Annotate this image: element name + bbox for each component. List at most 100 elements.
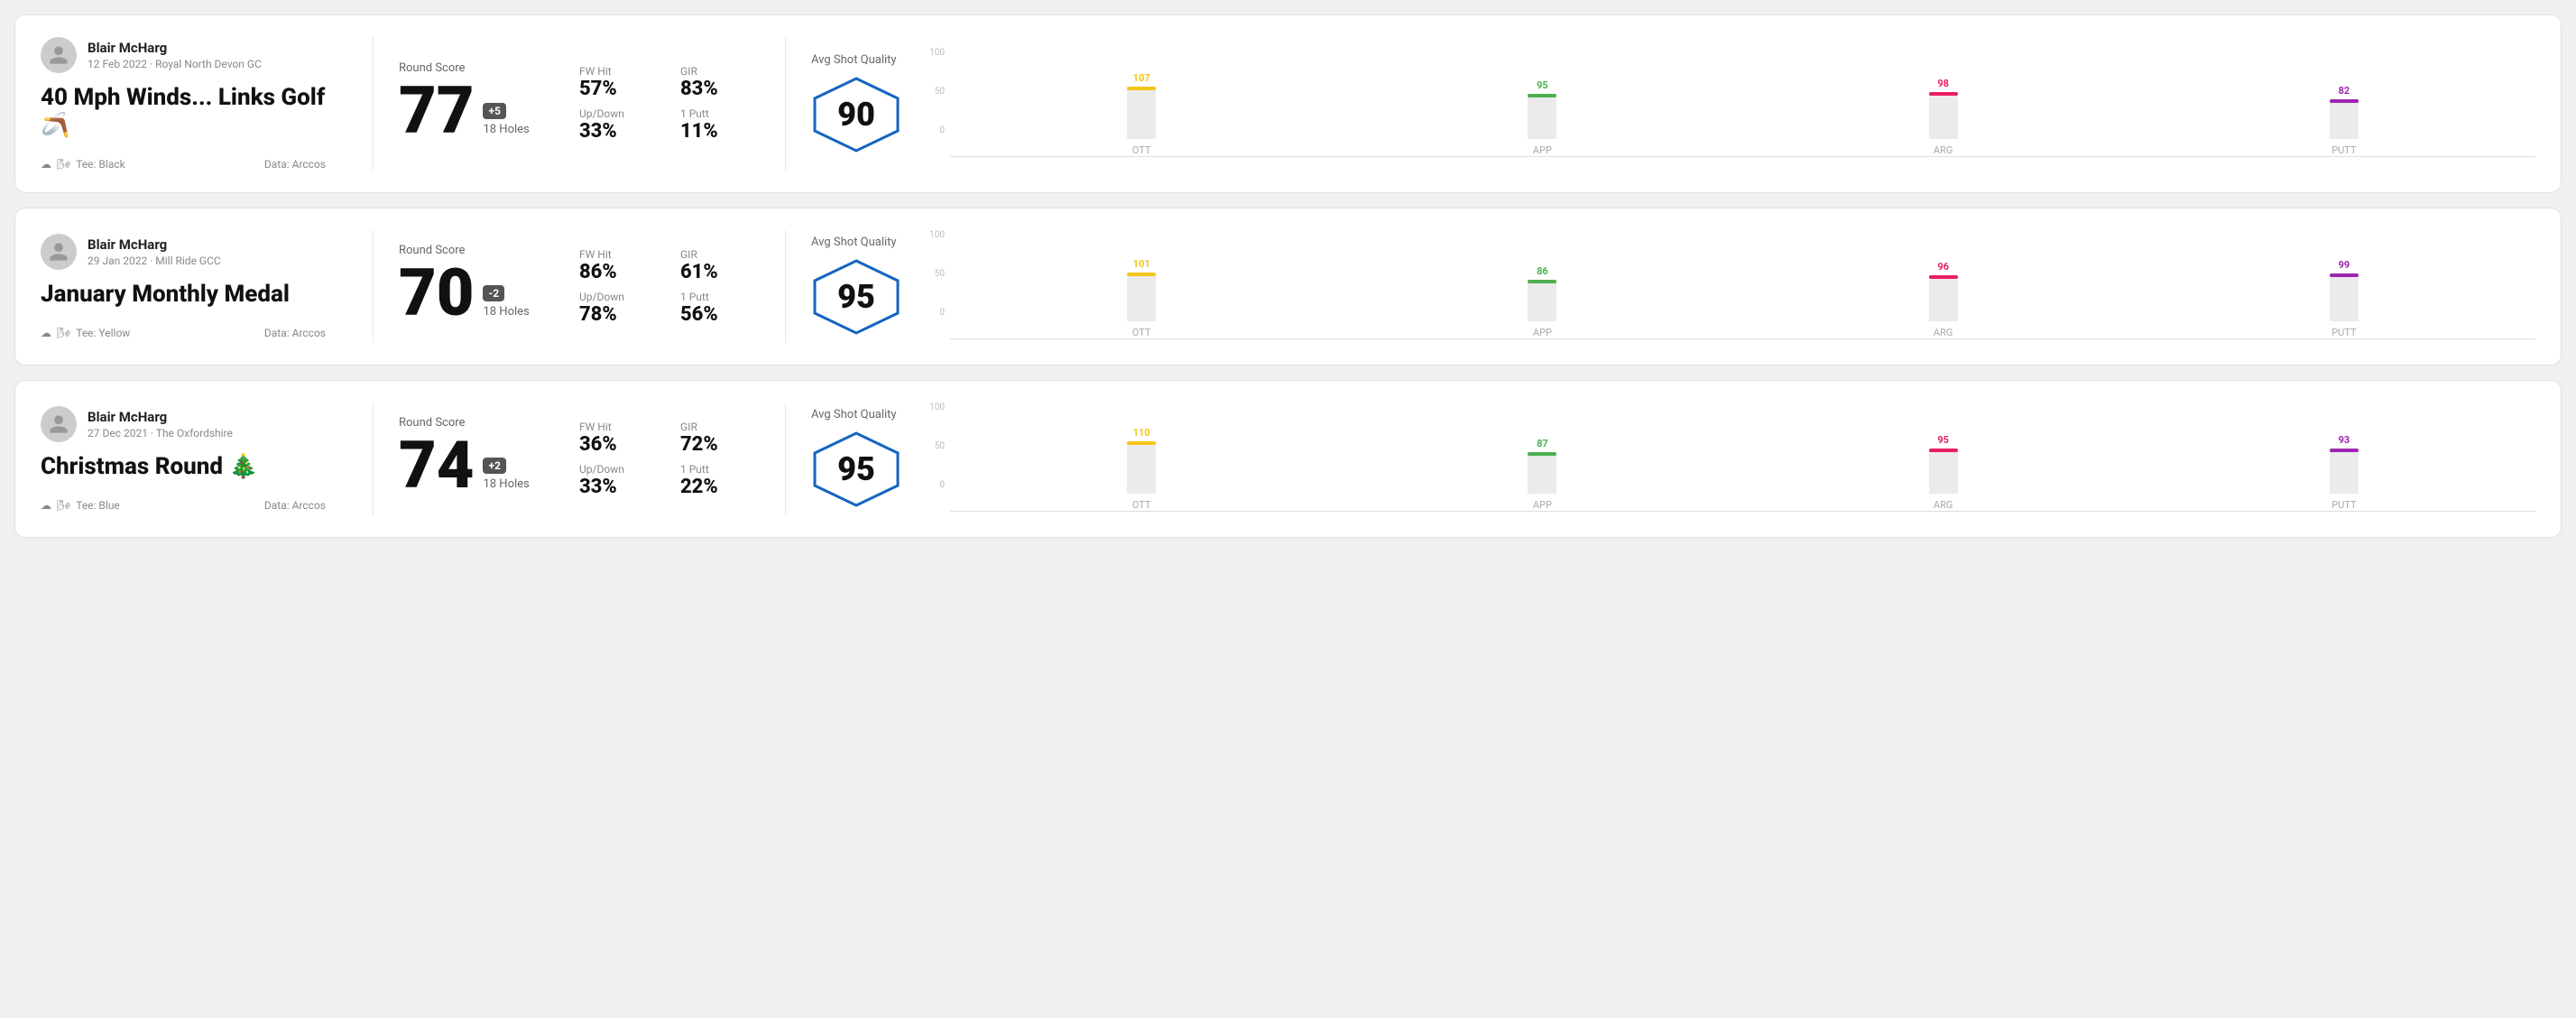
score-badge: -2 <box>483 285 504 301</box>
score-number: 70 <box>399 261 474 326</box>
divider-2 <box>785 37 786 171</box>
fw-hit-label: FW Hit <box>579 65 659 78</box>
bar-value: 98 <box>1937 78 1949 89</box>
bar-value: 93 <box>2339 434 2350 446</box>
user-row: Blair McHarg 29 Jan 2022 · Mill Ride GCC <box>41 234 326 270</box>
bar-bg <box>1127 87 1156 139</box>
bar-value: 110 <box>1133 427 1150 439</box>
round-card: Blair McHarg 12 Feb 2022 · Royal North D… <box>14 14 2562 193</box>
updown-label: Up/Down <box>579 463 659 476</box>
bar-bg <box>1127 273 1156 321</box>
avatar <box>41 37 77 73</box>
cloud-icon: ☁ <box>41 327 51 339</box>
round-title: Christmas Round 🎄 <box>41 453 326 481</box>
chart-col-label: OTT <box>1132 144 1151 156</box>
chart-col-label: PUTT <box>2331 327 2356 338</box>
oneputt-label: 1 Putt <box>680 463 760 476</box>
stats-section: FW Hit 36% GIR 72% Up/Down 33% 1 Putt 22… <box>579 421 760 498</box>
user-icon <box>48 413 69 435</box>
chart-section: 100 50 0 107 OTT 95 <box>923 48 2535 161</box>
tee-info: ☁ 🌬 Tee: Blue <box>41 499 120 512</box>
bar-line <box>1127 273 1156 276</box>
divider-1 <box>373 230 374 343</box>
bar-bg <box>1127 441 1156 494</box>
quality-left: Avg Shot Quality 95 <box>811 408 901 510</box>
chart-column: 95 APP <box>1351 79 1733 156</box>
bar-bg <box>1528 94 1556 139</box>
chart-column: 99 PUTT <box>2153 259 2535 338</box>
gir-value: 61% <box>680 261 760 283</box>
bar-line <box>1929 275 1958 279</box>
tee-label: Tee: Yellow <box>76 327 130 339</box>
updown-label: Up/Down <box>579 107 659 120</box>
user-row: Blair McHarg 27 Dec 2021 · The Oxfordshi… <box>41 406 326 442</box>
updown-value: 33% <box>579 120 659 143</box>
oneputt-label: 1 Putt <box>680 107 760 120</box>
stat-updown: Up/Down 78% <box>579 291 659 326</box>
footer-row: ☁ 🌬 Tee: Yellow Data: Arccos <box>41 327 326 339</box>
score-badge-col: -2 18 Holes <box>483 285 529 326</box>
user-name: Blair McHarg <box>88 236 221 253</box>
round-card: Blair McHarg 27 Dec 2021 · The Oxfordshi… <box>14 380 2562 538</box>
score-number: 77 <box>399 79 474 143</box>
updown-value: 33% <box>579 476 659 498</box>
bar-line <box>2330 99 2359 103</box>
chart-col-label: OTT <box>1132 499 1151 511</box>
user-info: Blair McHarg 12 Feb 2022 · Royal North D… <box>88 40 262 70</box>
gir-value: 83% <box>680 78 760 100</box>
quality-label: Avg Shot Quality <box>811 236 897 249</box>
avatar <box>41 234 77 270</box>
chart-section: 100 50 0 110 OTT 87 <box>923 403 2535 515</box>
tee-info: ☁ 🌬 Tee: Black <box>41 158 125 171</box>
round-title: January Monthly Medal <box>41 281 326 309</box>
user-info: Blair McHarg 29 Jan 2022 · Mill Ride GCC <box>88 236 221 267</box>
user-info: Blair McHarg 27 Dec 2021 · The Oxfordshi… <box>88 409 233 440</box>
bar-line <box>1127 87 1156 90</box>
user-date-course: 29 Jan 2022 · Mill Ride GCC <box>88 255 221 267</box>
bar-bg <box>2330 273 2359 321</box>
quality-section: Avg Shot Quality 90 100 50 0 <box>811 48 2535 161</box>
stat-oneputt: 1 Putt 22% <box>680 463 760 498</box>
chart-col-label: ARG <box>1934 499 1953 511</box>
chart-col-label: APP <box>1533 499 1552 511</box>
data-source: Data: Arccos <box>264 158 326 171</box>
bar-value: 96 <box>1937 261 1949 273</box>
score-row: 77 +5 18 Holes <box>399 79 579 143</box>
divider-1 <box>373 403 374 515</box>
bar-bg <box>1929 449 1958 494</box>
y-mid-label: 50 <box>923 87 945 97</box>
bar-line <box>1929 449 1958 452</box>
chart-column: 95 ARG <box>1752 434 2135 511</box>
stats-grid: FW Hit 36% GIR 72% Up/Down 33% 1 Putt 22… <box>579 421 760 498</box>
wind-icon: 🌬 <box>57 499 70 512</box>
score-section: Round Score 74 +2 18 Holes <box>399 416 579 502</box>
hexagon-score: 90 <box>837 96 875 134</box>
bar-value: 86 <box>1537 265 1548 277</box>
gir-label: GIR <box>680 65 760 78</box>
score-holes: 18 Holes <box>483 477 529 491</box>
chart-column: 93 PUTT <box>2153 434 2535 511</box>
fw-hit-value: 86% <box>579 261 659 283</box>
quality-section: Avg Shot Quality 95 100 50 0 <box>811 403 2535 515</box>
cloud-icon: ☁ <box>41 158 51 171</box>
tee-label: Tee: Black <box>76 158 125 171</box>
quality-left: Avg Shot Quality 90 <box>811 53 901 155</box>
score-badge: +5 <box>483 103 505 119</box>
avatar <box>41 406 77 442</box>
chart-column: 82 PUTT <box>2153 85 2535 156</box>
fw-hit-label: FW Hit <box>579 248 659 261</box>
user-icon <box>48 241 69 263</box>
chart-section: 100 50 0 101 OTT 86 <box>923 230 2535 343</box>
stats-grid: FW Hit 57% GIR 83% Up/Down 33% 1 Putt 11… <box>579 65 760 143</box>
bar-line <box>1929 92 1958 96</box>
score-badge: +2 <box>483 458 505 474</box>
updown-value: 78% <box>579 303 659 326</box>
chart-baseline <box>950 338 2535 339</box>
bar-line <box>1127 441 1156 445</box>
stat-gir: GIR 83% <box>680 65 760 100</box>
chart-col-label: PUTT <box>2331 499 2356 511</box>
stat-oneputt: 1 Putt 56% <box>680 291 760 326</box>
chart-outer: 100 50 0 107 OTT 95 <box>923 48 2535 157</box>
bar-value: 95 <box>1937 434 1949 446</box>
score-section: Round Score 77 +5 18 Holes <box>399 61 579 147</box>
